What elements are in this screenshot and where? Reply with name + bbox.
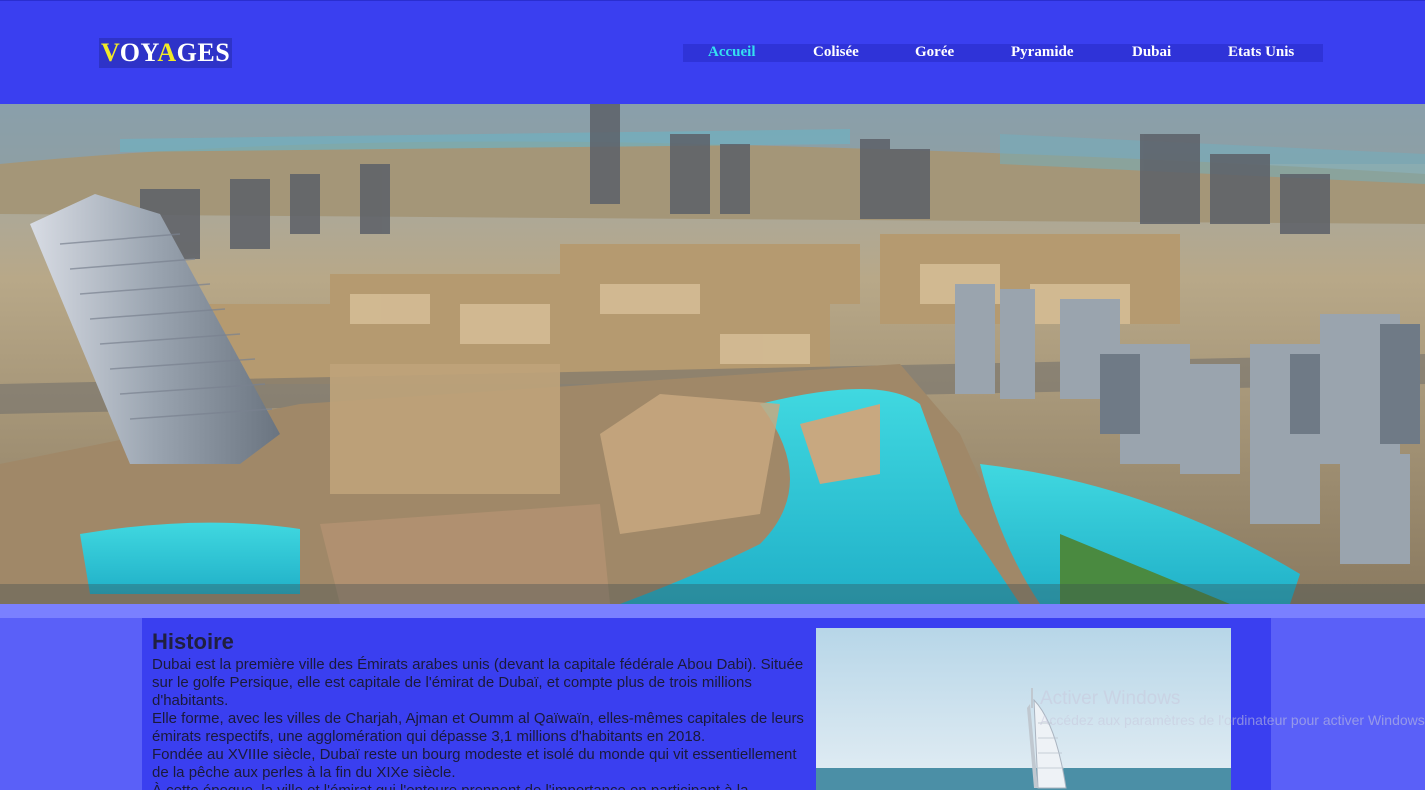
paragraph: Dubai est la première ville des Émirats … — [152, 656, 804, 709]
paragraph: À cette époque, la ville et l'émirat qui… — [152, 782, 816, 790]
activation-watermark-title: Activer Windows — [1040, 688, 1181, 709]
site-logo[interactable]: VOYAGES — [99, 38, 233, 68]
hero-image-dubai-skyline — [0, 104, 1425, 604]
nav-item-accueil[interactable]: Accueil — [708, 43, 755, 61]
section-title: Histoire — [152, 629, 234, 654]
main-nav: Accueil Colisée Gorée Pyramide Dubai Eta… — [683, 44, 1323, 62]
hero-illustration — [0, 104, 1425, 604]
nav-item-colisee[interactable]: Colisée — [813, 43, 859, 61]
nav-item-dubai[interactable]: Dubai — [1132, 43, 1171, 61]
nav-item-etats-unis[interactable]: Etats Unis — [1228, 43, 1294, 61]
section-body: Dubai est la première ville des Émirats … — [152, 656, 816, 790]
site-header: VOYAGES Accueil Colisée Gorée Pyramide D… — [0, 0, 1425, 104]
nav-item-goree[interactable]: Gorée — [915, 43, 954, 61]
activation-watermark-text: Accédez aux paramètres de l'ordinateur p… — [1040, 712, 1425, 728]
nav-item-pyramide[interactable]: Pyramide — [1011, 43, 1073, 61]
hero-bottom-strip — [0, 604, 1425, 618]
paragraph: Elle forme, avec les villes de Charjah, … — [152, 710, 804, 745]
paragraph: Fondée au XVIIIe siècle, Dubaï reste un … — [152, 746, 797, 781]
panel-edge — [1271, 618, 1281, 790]
